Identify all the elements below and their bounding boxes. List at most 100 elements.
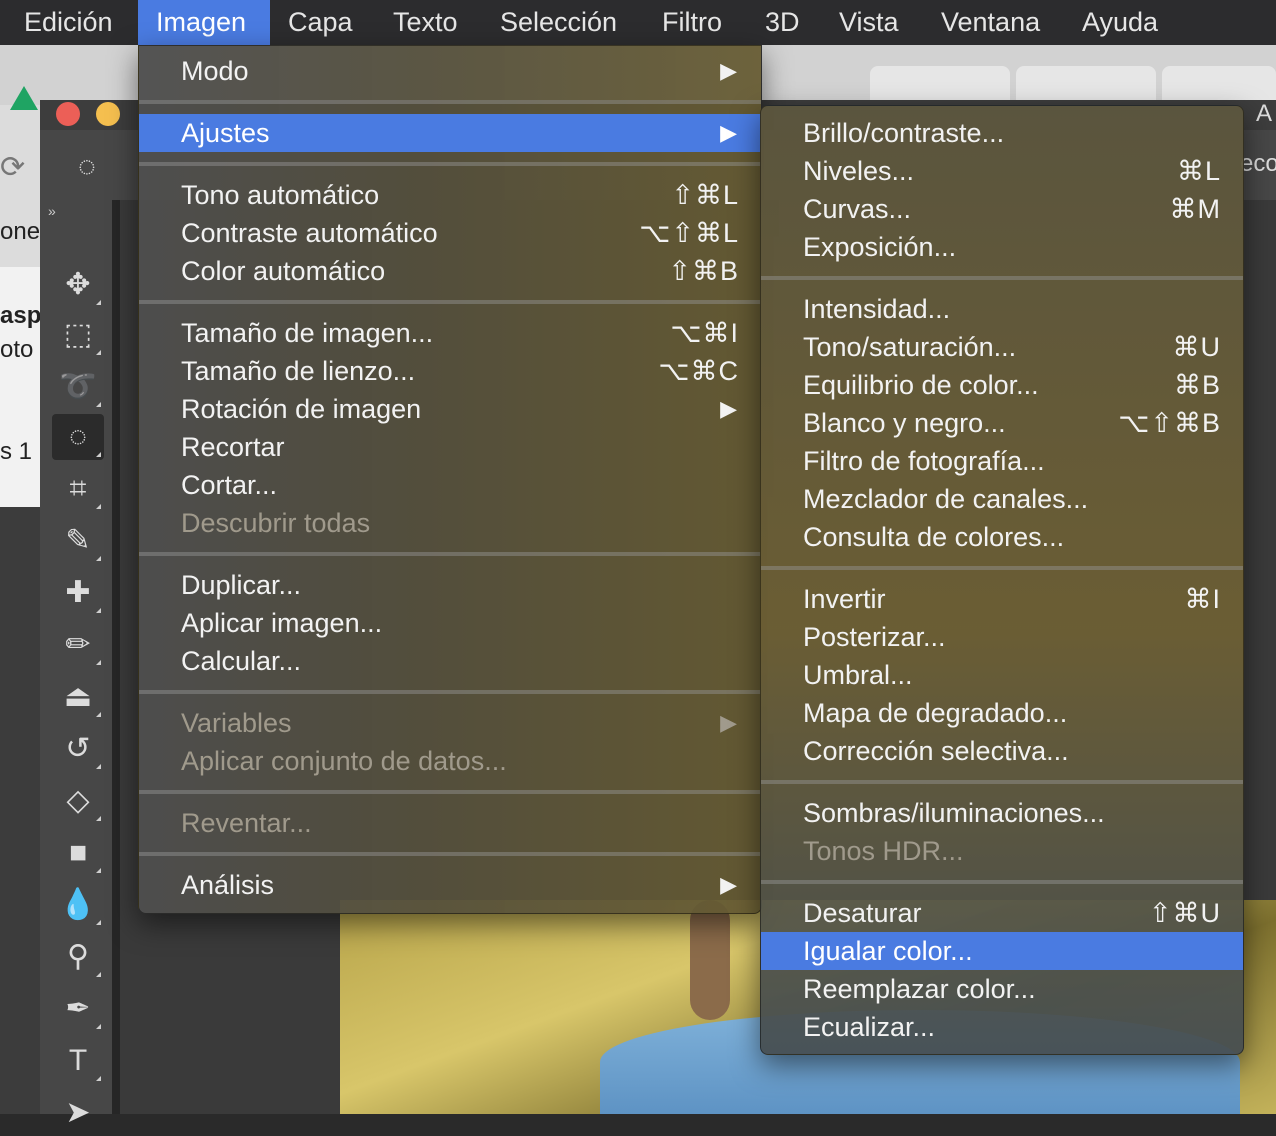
menu-item-curvas[interactable]: Curvas... ⌘M	[761, 190, 1243, 228]
menu-item-tamano-imagen[interactable]: Tamaño de imagen... ⌥⌘I	[139, 314, 761, 352]
menu-imagen[interactable]: Imagen	[138, 0, 270, 45]
menu-ventana[interactable]: Ventana	[923, 0, 1058, 45]
menu-item-blanco-negro[interactable]: Blanco y negro... ⌥⇧⌘B	[761, 404, 1243, 442]
menu-item-mapa-degradado[interactable]: Mapa de degradado...	[761, 694, 1243, 732]
menu-edicion[interactable]: Edición	[6, 0, 131, 45]
quick-selection-preset-icon[interactable]: ◌	[78, 150, 96, 184]
healing-brush-icon[interactable]: ✚	[52, 570, 104, 616]
shortcut-label: ⇧⌘B	[668, 256, 739, 286]
menu-item-reemplazar-color[interactable]: Reemplazar color...	[761, 970, 1243, 1008]
menu-item-color-automatico[interactable]: Color automático ⇧⌘B	[139, 252, 761, 290]
pen-icon[interactable]: ✒	[52, 986, 104, 1032]
menu-item-label: Curvas...	[803, 194, 912, 224]
brush-icon[interactable]: ✏	[52, 622, 104, 668]
page-text: oto	[0, 336, 34, 363]
menu-separator	[139, 162, 761, 166]
collapse-panel-icon[interactable]: »	[48, 203, 56, 219]
type-icon[interactable]: T	[52, 1038, 104, 1084]
menu-item-label: Posterizar...	[803, 622, 946, 652]
menu-item-tamano-lienzo[interactable]: Tamaño de lienzo... ⌥⌘C	[139, 352, 761, 390]
panel-label: A	[1256, 100, 1273, 127]
menu-3d[interactable]: 3D	[747, 0, 818, 45]
menu-item-tono-saturacion[interactable]: Tono/saturación... ⌘U	[761, 328, 1243, 366]
menu-item-ajustes[interactable]: Ajustes ▶	[139, 114, 761, 152]
shortcut-label: ⌥⇧⌘B	[1118, 408, 1221, 438]
menu-item-exposicion[interactable]: Exposición...	[761, 228, 1243, 266]
menu-item-equilibrio-color[interactable]: Equilibrio de color... ⌘B	[761, 366, 1243, 404]
crop-icon[interactable]: ⌗	[52, 466, 104, 512]
close-window-button[interactable]	[56, 102, 80, 126]
menu-item-cortar[interactable]: Cortar...	[139, 466, 761, 504]
menu-item-label: Tonos HDR...	[803, 836, 964, 866]
menu-item-posterizar[interactable]: Posterizar...	[761, 618, 1243, 656]
menu-item-analisis[interactable]: Análisis ▶	[139, 866, 761, 904]
menu-ayuda[interactable]: Ayuda	[1064, 0, 1176, 45]
blur-icon[interactable]: 💧	[52, 882, 104, 928]
menu-item-invertir[interactable]: Invertir ⌘I	[761, 580, 1243, 618]
menu-item-consulta-colores[interactable]: Consulta de colores...	[761, 518, 1243, 556]
clone-stamp-icon[interactable]: ⏏	[52, 674, 104, 720]
shortcut-label: ⌥⌘C	[658, 356, 739, 386]
menu-item-filtro-fotografia[interactable]: Filtro de fotografía...	[761, 442, 1243, 480]
lasso-icon[interactable]: ➰	[52, 364, 104, 410]
menu-item-igualar-color[interactable]: Igualar color...	[761, 932, 1243, 970]
menu-vista[interactable]: Vista	[821, 0, 917, 45]
menu-item-label: Reventar...	[181, 808, 312, 838]
menu-item-aplicar-imagen[interactable]: Aplicar imagen...	[139, 604, 761, 642]
menu-item-sombras-iluminaciones[interactable]: Sombras/iluminaciones...	[761, 794, 1243, 832]
reload-icon[interactable]: ⟳	[0, 150, 25, 185]
menu-item-umbral[interactable]: Umbral...	[761, 656, 1243, 694]
menu-item-brillo-contraste[interactable]: Brillo/contraste...	[761, 114, 1243, 152]
menu-item-duplicar[interactable]: Duplicar...	[139, 566, 761, 604]
menu-item-modo[interactable]: Modo ▶	[139, 52, 761, 90]
menu-separator	[761, 276, 1243, 280]
menu-item-aplicar-conjunto: Aplicar conjunto de datos...	[139, 742, 761, 780]
ajustes-submenu: Brillo/contraste... Niveles... ⌘L Curvas.…	[760, 105, 1244, 1055]
menu-item-niveles[interactable]: Niveles... ⌘L	[761, 152, 1243, 190]
menu-item-label: Recortar	[181, 432, 285, 462]
eyedropper-icon[interactable]: ✎	[52, 518, 104, 564]
menu-separator	[139, 852, 761, 856]
menu-item-label: Rotación de imagen	[181, 394, 422, 424]
menu-item-label: Descubrir todas	[181, 508, 371, 538]
menu-item-label: Invertir	[803, 584, 886, 614]
shortcut-label: ⌥⌘I	[670, 318, 739, 348]
gradient-icon[interactable]: ■	[52, 830, 104, 876]
history-brush-icon[interactable]: ↺	[52, 726, 104, 772]
menu-filtro[interactable]: Filtro	[644, 0, 740, 45]
marquee-icon[interactable]: ⬚	[52, 312, 104, 358]
drive-icon[interactable]	[10, 86, 38, 110]
move-icon[interactable]: ✥	[52, 262, 104, 308]
submenu-arrow-icon: ▶	[720, 120, 737, 145]
shortcut-label: ⇧⌘U	[1148, 898, 1221, 928]
menu-item-calcular[interactable]: Calcular...	[139, 642, 761, 680]
submenu-arrow-icon: ▶	[720, 872, 737, 897]
menu-item-tonos-hdr: Tonos HDR...	[761, 832, 1243, 870]
menu-capa[interactable]: Capa	[270, 0, 371, 45]
menu-item-contraste-automatico[interactable]: Contraste automático ⌥⇧⌘L	[139, 214, 761, 252]
menu-item-desaturar[interactable]: Desaturar ⇧⌘U	[761, 894, 1243, 932]
menu-item-rotacion[interactable]: Rotación de imagen ▶	[139, 390, 761, 428]
menu-item-mezclador-canales[interactable]: Mezclador de canales...	[761, 480, 1243, 518]
submenu-arrow-icon: ▶	[720, 396, 737, 421]
menu-item-correccion-selectiva[interactable]: Corrección selectiva...	[761, 732, 1243, 770]
menu-item-recortar[interactable]: Recortar	[139, 428, 761, 466]
menu-item-label: Aplicar conjunto de datos...	[181, 746, 507, 776]
menu-item-label: Modo	[181, 56, 249, 86]
dodge-icon[interactable]: ⚲	[52, 934, 104, 980]
menu-texto[interactable]: Texto	[375, 0, 476, 45]
menu-item-label: Blanco y negro...	[803, 408, 1006, 438]
menu-item-ecualizar[interactable]: Ecualizar...	[761, 1008, 1243, 1046]
quick-selection-icon[interactable]: ◌	[52, 414, 104, 460]
menu-item-label: Aplicar imagen...	[181, 608, 383, 638]
menu-item-intensidad[interactable]: Intensidad...	[761, 290, 1243, 328]
page-text: one	[0, 218, 41, 245]
eraser-icon[interactable]: ◇	[52, 778, 104, 824]
menu-item-label: Contraste automático	[181, 218, 438, 248]
minimize-window-button[interactable]	[96, 102, 120, 126]
menu-seleccion[interactable]: Selección	[482, 0, 635, 45]
menu-item-label: Calcular...	[181, 646, 302, 676]
menu-item-tono-automatico[interactable]: Tono automático ⇧⌘L	[139, 176, 761, 214]
menu-item-label: Exposición...	[803, 232, 957, 262]
path-selection-icon[interactable]: ➤	[52, 1090, 104, 1136]
